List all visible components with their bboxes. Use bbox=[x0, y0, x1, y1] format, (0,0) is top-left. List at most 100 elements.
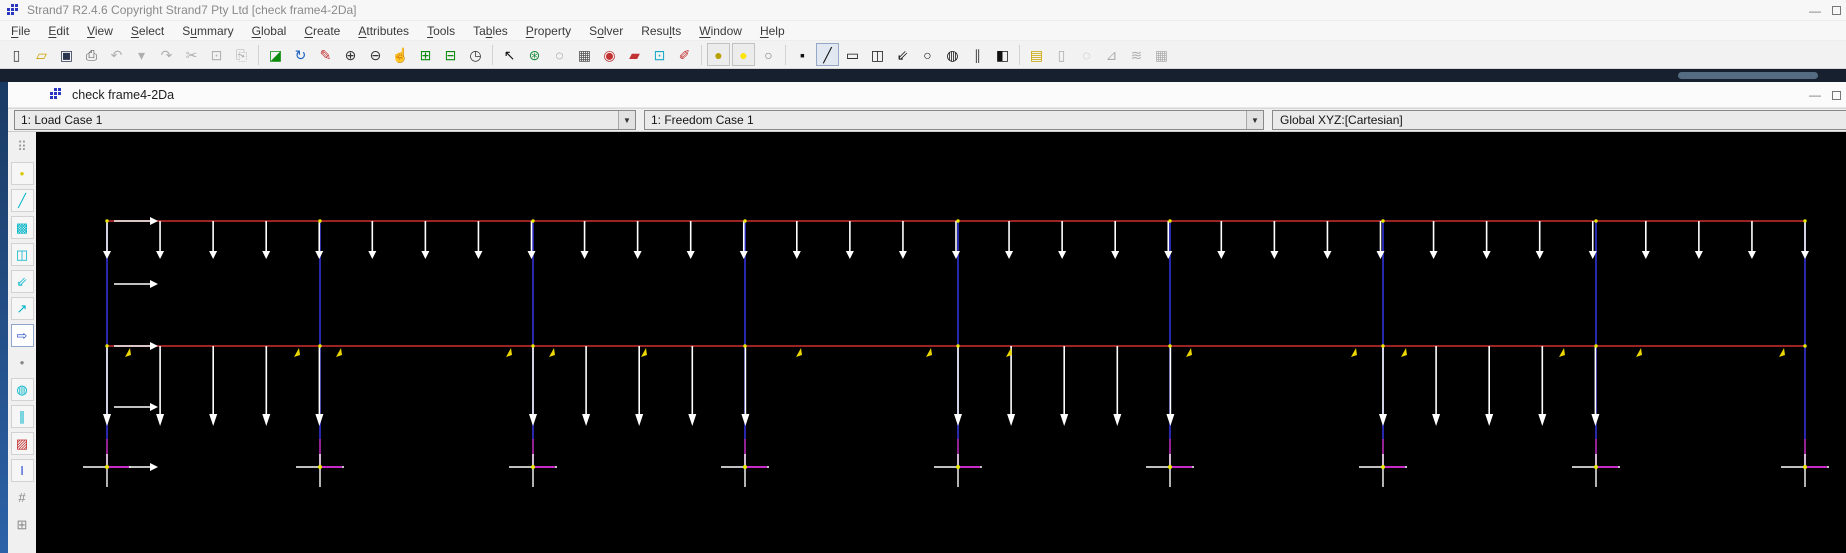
menu-file[interactable]: File bbox=[2, 22, 39, 40]
undo-button[interactable]: ↶ bbox=[105, 43, 128, 66]
menu-select[interactable]: Select bbox=[122, 22, 173, 40]
vertex-dot-icon: • bbox=[19, 355, 25, 370]
paste-button[interactable]: ⎘ bbox=[230, 43, 253, 66]
select-pointer-button[interactable]: ↖ bbox=[498, 43, 521, 66]
brick-create-button[interactable]: ◫ bbox=[10, 243, 34, 266]
grid-partial-button[interactable]: ⊞ bbox=[11, 513, 34, 536]
select-vertex-icon: ○ bbox=[923, 46, 932, 63]
select-cylinder-button[interactable]: ◍ bbox=[941, 43, 964, 66]
beam-section-button[interactable]: I bbox=[10, 459, 34, 482]
menu-property[interactable]: Property bbox=[517, 22, 580, 40]
cylinder-create-button[interactable]: ◍ bbox=[10, 378, 34, 401]
undo-history-button[interactable]: ▾ bbox=[130, 43, 153, 66]
select-region-circle-button[interactable]: ◌ bbox=[548, 43, 571, 66]
measure-button[interactable]: ∥ bbox=[966, 43, 989, 66]
freedom-case-combobox[interactable]: 1: Freedom Case 1 ▼ bbox=[644, 110, 1264, 130]
maximize-button[interactable] bbox=[1832, 0, 1846, 21]
load-case-dropdown-icon[interactable]: ▼ bbox=[618, 111, 635, 129]
vertex-dot-button[interactable]: • bbox=[11, 351, 34, 374]
scratch-pad-button[interactable]: ▯ bbox=[1050, 43, 1073, 66]
light-off-button[interactable]: ○ bbox=[757, 43, 780, 66]
display-grid-icon: ▦ bbox=[577, 46, 592, 63]
menu-edit[interactable]: Edit bbox=[39, 22, 78, 40]
menu-solver[interactable]: Solver bbox=[580, 22, 632, 40]
zoom-in-button[interactable]: ⊕ bbox=[339, 43, 362, 66]
measure-tool-icon: ∥ bbox=[18, 409, 26, 424]
frame-view-button[interactable]: # bbox=[11, 486, 34, 509]
rotate-view-globe-button[interactable]: ⊛ bbox=[523, 43, 546, 66]
maximize-icon bbox=[1832, 6, 1841, 15]
shade-mode-button[interactable]: ◧ bbox=[991, 43, 1014, 66]
snap-grid-button[interactable]: ⠿ bbox=[11, 135, 34, 158]
select-link-button[interactable]: ⇙ bbox=[891, 43, 914, 66]
edit-attribute-button[interactable]: ▰ bbox=[623, 43, 646, 66]
menu-results[interactable]: Results bbox=[632, 22, 690, 40]
document-maximize-button[interactable] bbox=[1832, 85, 1846, 106]
document-title: check frame4-2Da bbox=[72, 87, 175, 102]
select-beam-button[interactable]: ╱ bbox=[816, 43, 839, 66]
load-path-create-button[interactable]: ↗ bbox=[10, 297, 34, 320]
zoom-out-button[interactable]: ⊖ bbox=[364, 43, 387, 66]
coordinate-system-value: Global XYZ:[Cartesian] bbox=[1280, 113, 1403, 127]
menu-summary[interactable]: Summary bbox=[173, 22, 242, 40]
menu-global[interactable]: Global bbox=[243, 22, 296, 40]
document-minimize-button[interactable]: — bbox=[1798, 85, 1832, 106]
attribute-marker-button[interactable]: ⇨ bbox=[10, 324, 34, 347]
load-case-combobox[interactable]: 1: Load Case 1 ▼ bbox=[14, 110, 636, 130]
link-create-icon: ⇙ bbox=[16, 274, 28, 289]
menu-window[interactable]: Window bbox=[690, 22, 751, 40]
new-file-button[interactable]: ▯ bbox=[5, 43, 28, 66]
display-grid-button[interactable]: ▦ bbox=[573, 43, 596, 66]
menu-create[interactable]: Create bbox=[295, 22, 349, 40]
show-hide-entities-button[interactable]: ◪ bbox=[264, 43, 287, 66]
copy-attributes-button[interactable]: ⊡ bbox=[648, 43, 671, 66]
property-windows-button[interactable]: ▤ bbox=[1025, 43, 1048, 66]
redraw-button[interactable]: ↻ bbox=[289, 43, 312, 66]
scale-down-button[interactable]: ⊟ bbox=[439, 43, 462, 66]
document-titlebar: check frame4-2Da — bbox=[8, 82, 1846, 108]
light-selected-icon: ● bbox=[739, 46, 748, 63]
zoom-last-button[interactable]: ◷ bbox=[464, 43, 487, 66]
results-spreadsheet-button[interactable]: ▦ bbox=[1150, 43, 1173, 66]
cut-button[interactable]: ✂ bbox=[180, 43, 203, 66]
select-plate-button[interactable]: ▭ bbox=[841, 43, 864, 66]
show-hide-entities-icon: ◪ bbox=[268, 46, 283, 63]
peek-tool-button[interactable]: ◌ bbox=[1075, 43, 1098, 66]
menu-tables[interactable]: Tables bbox=[464, 22, 517, 40]
entity-toggle-button[interactable]: ◉ bbox=[598, 43, 621, 66]
select-point-button[interactable]: ▪ bbox=[791, 43, 814, 66]
measure-tool-button[interactable]: ∥ bbox=[10, 405, 34, 428]
select-brick-button[interactable]: ◫ bbox=[866, 43, 889, 66]
redo-button[interactable]: ↷ bbox=[155, 43, 178, 66]
dynamic-rotate-button[interactable]: ✎ bbox=[314, 43, 337, 66]
menu-help[interactable]: Help bbox=[751, 22, 794, 40]
toolbar-separator bbox=[1019, 44, 1020, 65]
open-file-button[interactable]: ▱ bbox=[30, 43, 53, 66]
menu-attributes[interactable]: Attributes bbox=[349, 22, 418, 40]
light-all-button[interactable]: ● bbox=[707, 43, 730, 66]
menu-tools[interactable]: Tools bbox=[418, 22, 464, 40]
results-graph-button[interactable]: ≋ bbox=[1125, 43, 1148, 66]
plate-create-button[interactable]: ▩ bbox=[10, 216, 34, 239]
region-select-button[interactable]: ▨ bbox=[10, 432, 34, 455]
menu-view[interactable]: View bbox=[78, 22, 122, 40]
scale-up-button[interactable]: ⊞ bbox=[414, 43, 437, 66]
freedom-case-dropdown-icon[interactable]: ▼ bbox=[1246, 111, 1263, 129]
solver-report-button[interactable]: ⊿ bbox=[1100, 43, 1123, 66]
pan-button[interactable]: ☝ bbox=[389, 43, 412, 66]
minimize-button[interactable]: — bbox=[1798, 0, 1832, 21]
print-button[interactable]: ⎙ bbox=[80, 43, 103, 66]
morph-brush-button[interactable]: ✐ bbox=[673, 43, 696, 66]
beam-create-button[interactable]: ╱ bbox=[10, 189, 34, 212]
model-canvas[interactable] bbox=[36, 132, 1846, 553]
select-vertex-button[interactable]: ○ bbox=[916, 43, 939, 66]
document-icon bbox=[50, 88, 63, 101]
node-create-button[interactable]: • bbox=[10, 162, 34, 185]
light-selected-button[interactable]: ● bbox=[732, 43, 755, 66]
load-path-create-icon: ↗ bbox=[16, 301, 28, 316]
save-file-button[interactable]: ▣ bbox=[55, 43, 78, 66]
freedom-case-value: 1: Freedom Case 1 bbox=[651, 113, 754, 127]
link-create-button[interactable]: ⇙ bbox=[10, 270, 34, 293]
copy-attributes-icon: ⊡ bbox=[653, 46, 666, 63]
copy-button[interactable]: ⊡ bbox=[205, 43, 228, 66]
